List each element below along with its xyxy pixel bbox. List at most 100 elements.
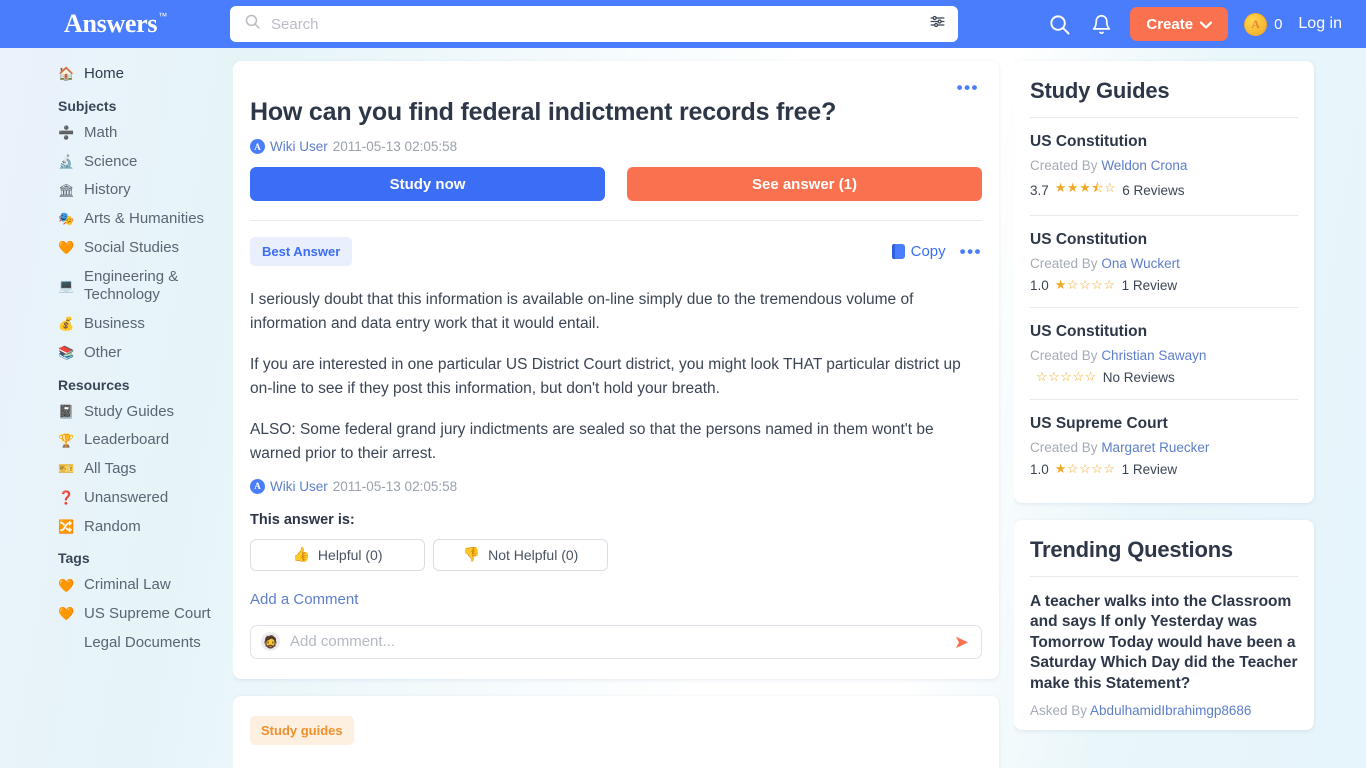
study-guide-creator[interactable]: Christian Sawayn bbox=[1101, 348, 1206, 363]
comment-input[interactable] bbox=[290, 633, 954, 651]
sidebar-item-label: Study Guides bbox=[84, 402, 175, 420]
study-guide-item[interactable]: US Constitution Created By Ona Wuckert 1… bbox=[1030, 216, 1298, 308]
trending-questions-panel: Trending Questions A teacher walks into … bbox=[1014, 520, 1314, 731]
laptop-icon: 💻 bbox=[58, 278, 75, 294]
study-guide-creator-line: Created By Weldon Crona bbox=[1030, 158, 1298, 173]
search-input[interactable] bbox=[271, 15, 929, 33]
create-button[interactable]: Create bbox=[1130, 7, 1229, 41]
divider bbox=[1030, 576, 1298, 577]
sidebar-item-business[interactable]: 💰 Business bbox=[0, 310, 233, 339]
sidebar-item-leaderboard[interactable]: 🏆 Leaderboard bbox=[0, 426, 233, 455]
sidebar-item-label: All Tags bbox=[84, 460, 137, 477]
page-layout: 🏠 Home Subjects ➗ Math 🔬 Science 🏛 Histo… bbox=[0, 48, 1366, 768]
created-by-label: Created By bbox=[1030, 256, 1098, 271]
study-guide-name: US Constitution bbox=[1030, 133, 1148, 150]
study-guide-item[interactable]: US Constitution Created By Christian Saw… bbox=[1030, 308, 1298, 400]
filter-sliders-icon[interactable] bbox=[929, 13, 946, 35]
sidebar-item-legal-documents[interactable]: Legal Documents bbox=[0, 629, 233, 658]
add-a-comment-link[interactable]: Add a Comment bbox=[250, 591, 358, 608]
coin-icon: A bbox=[1244, 12, 1268, 36]
sidebar-item-social-studies[interactable]: 🧡 Social Studies bbox=[0, 234, 233, 263]
sidebar-item-history[interactable]: 🏛 History bbox=[0, 176, 233, 205]
comment-composer[interactable]: 🧔 ➤ bbox=[250, 624, 982, 659]
performing-arts-icon: 🎭 bbox=[58, 211, 75, 227]
review-count: 1 Review bbox=[1121, 461, 1178, 477]
sidebar-item-us-supreme-court[interactable]: 🧡 US Supreme Court bbox=[0, 600, 233, 629]
study-guides-tag[interactable]: Study guides bbox=[250, 715, 354, 745]
study-guide-name: US Constitution bbox=[1030, 231, 1148, 248]
copy-button[interactable]: Copy bbox=[891, 243, 946, 260]
sidebar-item-other[interactable]: 📚 Other bbox=[0, 339, 233, 368]
copy-button-label: Copy bbox=[910, 243, 946, 260]
site-logo[interactable]: Answers ™ bbox=[0, 11, 200, 37]
sidebar-item-arts-humanities[interactable]: 🎭 Arts & Humanities bbox=[0, 205, 233, 234]
study-guide-creator[interactable]: Margaret Ruecker bbox=[1101, 440, 1209, 455]
study-guide-item[interactable]: US Supreme Court Created By Margaret Rue… bbox=[1030, 400, 1298, 491]
study-guide-creator[interactable]: Ona Wuckert bbox=[1101, 256, 1180, 271]
trending-question-asker-line: Asked By AbdulhamidIbrahimgp8686 bbox=[1030, 703, 1298, 718]
home-icon: 🏠 bbox=[58, 66, 75, 82]
question-date: 2011-05-13 02:05:58 bbox=[332, 139, 458, 154]
thumbs-down-icon: 👎 bbox=[462, 546, 481, 563]
answer-actions: Copy ••• bbox=[891, 243, 982, 260]
sidebar-item-science[interactable]: 🔬 Science bbox=[0, 148, 233, 177]
search-icon[interactable] bbox=[1046, 11, 1072, 37]
top-header: Answers™ Create bbox=[0, 0, 1366, 48]
notifications-bell-icon[interactable] bbox=[1088, 11, 1114, 37]
sidebar-item-engineering-technology[interactable]: 💻 Engineering & Technology bbox=[0, 263, 233, 311]
sidebar-heading-subjects: Subjects bbox=[58, 97, 117, 114]
answer-paragraph: If you are interested in one particular … bbox=[250, 355, 961, 398]
classical-building-icon: 🏛 bbox=[58, 182, 75, 198]
right-sidebar: Study Guides US Constitution Created By … bbox=[1014, 48, 1366, 768]
study-guide-rating: ☆☆☆☆☆ No Reviews bbox=[1030, 369, 1298, 385]
coin-balance[interactable]: A 0 bbox=[1244, 12, 1282, 36]
study-guide-creator-line: Created By Margaret Ruecker bbox=[1030, 440, 1298, 455]
sidebar-item-unanswered[interactable]: ❓ Unanswered bbox=[0, 484, 233, 513]
sidebar-item-study-guides[interactable]: 📓 Study Guides bbox=[0, 398, 233, 427]
question-actions: Study now See answer (1) bbox=[250, 167, 982, 201]
login-link[interactable]: Log in bbox=[1298, 15, 1342, 33]
sidebar-item-criminal-law[interactable]: 🧡 Criminal Law bbox=[0, 571, 233, 600]
answer-header: Best Answer Copy ••• bbox=[250, 237, 982, 266]
review-count: 1 Review bbox=[1121, 277, 1178, 293]
sidebar-item-label: Other bbox=[84, 343, 122, 361]
rating-prompt: This answer is: bbox=[250, 511, 355, 528]
study-guide-creator-line: Created By Ona Wuckert bbox=[1030, 256, 1298, 271]
sidebar-item-label: Random bbox=[84, 517, 141, 535]
asked-by-label: Asked By bbox=[1030, 703, 1088, 719]
header-actions: Create A 0 Log in bbox=[958, 7, 1366, 41]
sidebar-item-all-tags[interactable]: 🎫 All Tags bbox=[0, 455, 233, 484]
rating-score: 3.7 bbox=[1030, 182, 1049, 198]
question-more-menu[interactable]: ••• bbox=[957, 79, 979, 96]
see-answer-button[interactable]: See answer (1) bbox=[627, 167, 982, 201]
trending-question-item[interactable]: A teacher walks into the Classroom and s… bbox=[1030, 592, 1298, 718]
study-now-button[interactable]: Study now bbox=[250, 167, 605, 201]
study-guide-item[interactable]: US Constitution Created By Weldon Crona … bbox=[1030, 118, 1298, 216]
answer-more-menu[interactable]: ••• bbox=[960, 243, 982, 260]
created-by-label: Created By bbox=[1030, 158, 1098, 173]
review-count: 6 Reviews bbox=[1122, 182, 1185, 198]
answer-paragraph: I seriously doubt that this information … bbox=[250, 291, 914, 333]
question-author[interactable]: Wiki User bbox=[270, 139, 328, 154]
sidebar-item-home[interactable]: 🏠 Home bbox=[0, 60, 233, 89]
trending-question-asker[interactable]: AbdulhamidIbrahimgp8686 bbox=[1090, 703, 1251, 718]
study-guide-name: US Constitution bbox=[1030, 323, 1148, 340]
sidebar-item-random[interactable]: 🔀 Random bbox=[0, 513, 233, 542]
left-sidebar: 🏠 Home Subjects ➗ Math 🔬 Science 🏛 Histo… bbox=[0, 48, 233, 768]
sidebar-item-math[interactable]: ➗ Math bbox=[0, 119, 233, 148]
study-guide-creator-line: Created By Christian Sawayn bbox=[1030, 348, 1298, 363]
answer-body: I seriously doubt that this information … bbox=[250, 288, 982, 467]
study-guide-name: US Supreme Court bbox=[1030, 415, 1168, 432]
answer-author[interactable]: Wiki User bbox=[270, 479, 328, 494]
send-icon[interactable]: ➤ bbox=[954, 633, 969, 651]
orange-heart-icon: 🧡 bbox=[58, 577, 75, 593]
ticket-icon: 🎫 bbox=[58, 461, 75, 477]
rating-score: 1.0 bbox=[1030, 461, 1049, 477]
review-count: No Reviews bbox=[1102, 369, 1175, 385]
avatar: A bbox=[250, 478, 265, 494]
trademark-symbol: ™ bbox=[158, 11, 168, 21]
helpful-button[interactable]: 👍 Helpful (0) bbox=[250, 538, 425, 571]
search-bar[interactable] bbox=[230, 6, 958, 42]
study-guide-creator[interactable]: Weldon Crona bbox=[1101, 158, 1187, 173]
not-helpful-button[interactable]: 👎 Not Helpful (0) bbox=[433, 538, 608, 571]
